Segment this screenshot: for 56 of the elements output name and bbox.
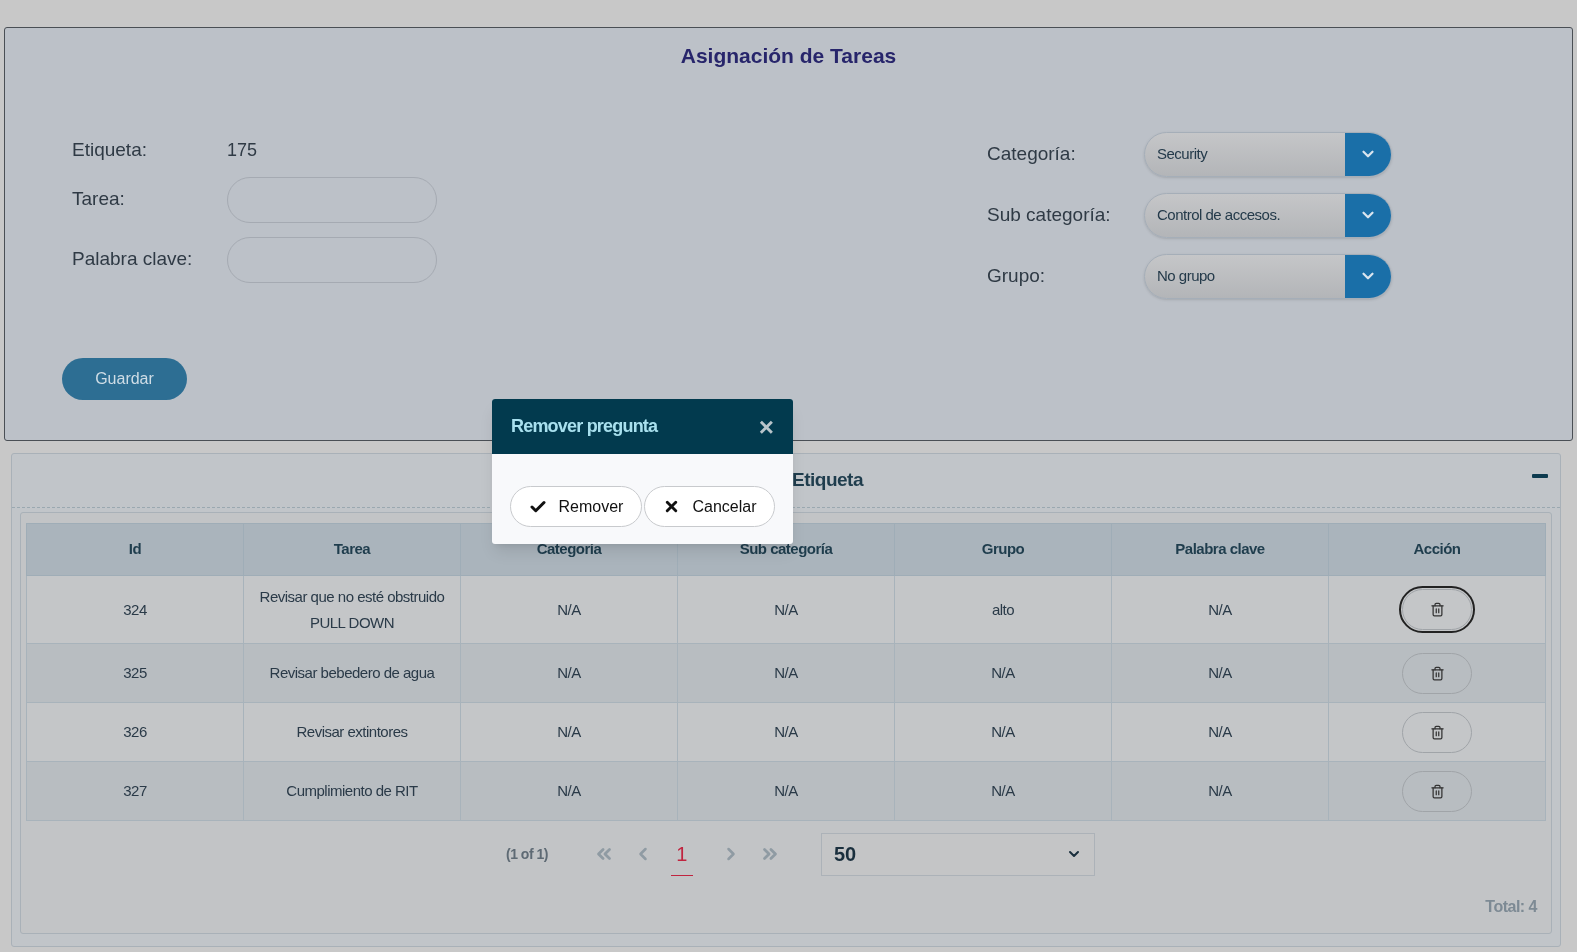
table-cell: N/A [677,761,895,821]
field-label: Sub categoría: [987,202,1112,227]
table-cell: N/A [1111,702,1329,762]
field-label: Etiqueta: [72,138,148,163]
remove-button[interactable]: Remover [509,486,643,527]
table-cell: N/A [677,643,895,703]
column-header: Palabra clave [1111,523,1329,576]
table-cell: 325 [26,643,244,703]
column-header: Tarea [243,523,461,576]
column-header: Id [26,523,244,576]
field-label: Palabra clave: [72,247,194,272]
table-cell: Revisar que no esté obstruido PULL DOWN [243,575,461,644]
panel-title: Etiqueta [792,468,863,493]
field-label: Grupo: [987,263,1047,288]
table-cell: 327 [26,761,244,821]
table-cell: N/A [894,702,1112,762]
close-button[interactable]: × [758,413,774,440]
table-cell: N/A [1111,643,1329,703]
page-summary: (1 of 1) [506,844,548,864]
save-button[interactable]: Guardar [62,358,187,400]
column-header: Acción [1328,523,1546,576]
table-cell: N/A [894,761,1112,821]
table-cell: N/A [677,702,895,762]
table-cell: N/A [460,702,678,762]
field-label: Categoría: [987,141,1077,166]
form-title: Asignación de Tareas [680,44,897,67]
table-cell: N/A [460,761,678,821]
table-cell: N/A [894,643,1112,703]
trash-icon [1429,724,1445,740]
field-label: Tarea: [72,187,126,212]
table-cell: Revisar extintores [243,702,461,762]
table-cell: N/A [460,575,678,644]
etiqueta-value: 175 [227,139,258,162]
page-link[interactable]: 1 [670,832,693,876]
total-count: Total: 4 [1485,897,1537,917]
table-cell: alto [894,575,1112,644]
page-size-select[interactable]: 50 [820,832,1095,876]
trash-icon [1429,783,1445,799]
table-cell: Revisar bebedero de agua [243,643,461,703]
delete-button[interactable] [1402,589,1472,630]
table-cell: Cumplimiento de RIT [243,761,461,821]
dropdown[interactable]: Control de accesos. [1144,192,1392,238]
trash-icon [1429,602,1445,617]
cancel-button[interactable]: Cancelar [644,486,776,527]
collapse-button[interactable] [1532,474,1548,478]
table-cell: N/A [460,643,678,703]
table-cell: N/A [1111,575,1329,644]
dropdown[interactable]: No grupo [1144,253,1392,299]
trash-icon [1429,665,1445,681]
modal-title: Remover pregunta [511,415,658,438]
column-header: Grupo [894,523,1112,576]
table-cell: 324 [26,575,244,644]
dropdown[interactable]: Security [1144,131,1392,177]
table-cell: N/A [1111,761,1329,821]
table-cell: N/A [677,575,895,644]
table-cell: 326 [26,702,244,762]
